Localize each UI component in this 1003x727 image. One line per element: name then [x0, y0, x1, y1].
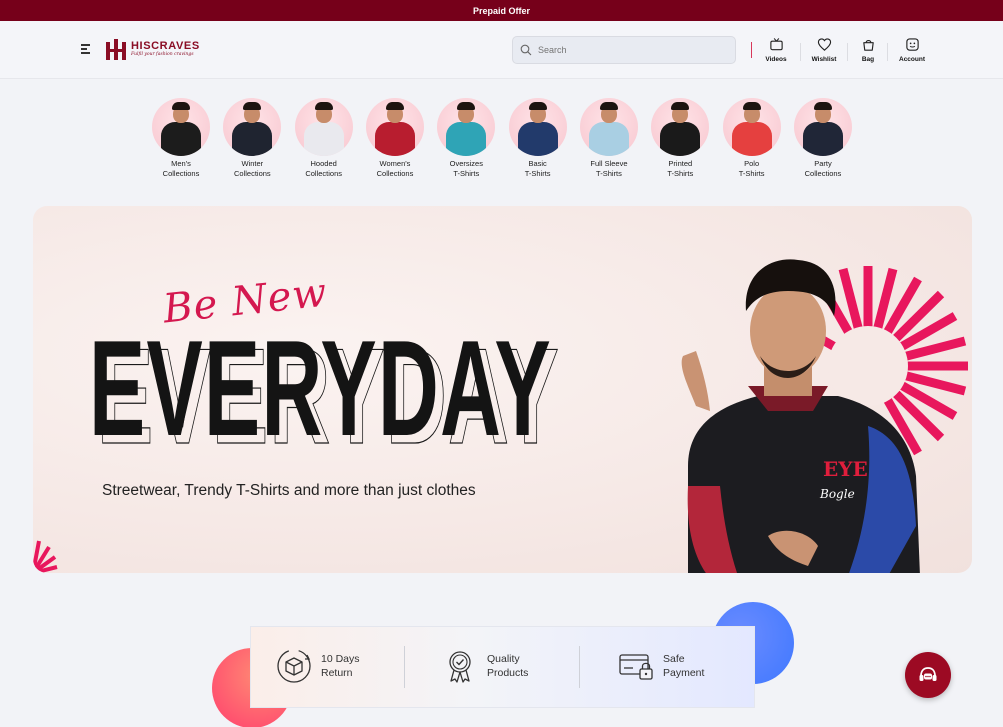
hamburger-menu-icon[interactable]: [81, 44, 91, 54]
category-polo-tshirts[interactable]: Polo T-Shirts: [717, 98, 787, 188]
brand-name: HISCRAVES: [131, 40, 200, 52]
category-strip: Men's Collections Winter Collections Hoode…: [146, 98, 858, 188]
feature-payment-line2: Payment: [663, 667, 705, 679]
category-label: Full Sleeve T-Shirts: [590, 159, 628, 178]
category-thumbnail: [579, 98, 638, 156]
nav-bag-label: Bag: [861, 56, 875, 63]
feature-payment-line1: Safe: [663, 653, 685, 665]
category-label: Women's Collections: [376, 159, 414, 178]
feature-payment: Safe Payment: [617, 647, 704, 685]
support-chat-button[interactable]: [905, 652, 951, 698]
prepaid-offer-text: Prepaid Offer: [472, 5, 530, 16]
return-box-icon: [277, 649, 311, 683]
category-label: Printed T-Shirts: [667, 159, 694, 178]
feature-return-line2: Return: [321, 667, 353, 679]
shirt-print-script-text: Bogle: [819, 487, 855, 501]
feature-separator: [404, 646, 405, 688]
nav-account[interactable]: Account: [892, 37, 932, 63]
nav-separator: [887, 43, 888, 61]
brand-tagline: Fulfil your fashion cravings: [131, 52, 194, 57]
feature-separator: [579, 646, 580, 688]
category-label: Hooded Collections: [305, 159, 342, 178]
category-mens-collections[interactable]: Men's Collections: [146, 98, 216, 188]
feature-quality: Quality Products: [441, 647, 528, 685]
corner-burst-decoration: [33, 540, 58, 573]
category-thumbnail: [152, 98, 210, 156]
banner-title: EVERYDAY: [89, 312, 552, 464]
quality-badge-icon: [449, 651, 471, 683]
category-full-sleeve-tshirts[interactable]: Full Sleeve T-Shirts: [574, 98, 644, 188]
category-label: Basic T-Shirts: [524, 159, 551, 178]
account-icon: [905, 38, 919, 51]
secure-card-icon: [619, 654, 653, 680]
category-label: Men's Collections: [162, 159, 200, 178]
category-label: Party Collections: [804, 159, 842, 178]
site-header: HISCRAVES Fulfil your fashion cravings V…: [0, 21, 1003, 79]
prepaid-offer-bar[interactable]: Prepaid Offer: [0, 0, 1003, 21]
category-printed-tshirts[interactable]: Printed T-Shirts: [645, 98, 715, 188]
feature-quality-line2: Products: [487, 667, 529, 679]
category-party-collections[interactable]: Party Collections: [788, 98, 858, 188]
headset-chat-icon: [919, 667, 937, 681]
nav-bag[interactable]: Bag: [848, 37, 888, 63]
category-hooded-collections[interactable]: Hooded Collections: [289, 98, 359, 188]
category-thumbnail: [651, 98, 710, 156]
brand-logo[interactable]: HISCRAVES Fulfil your fashion cravings: [105, 38, 200, 60]
tv-icon: [769, 38, 783, 51]
header-divider: [751, 42, 752, 58]
category-thumbnail: [223, 98, 282, 156]
feature-quality-line1: Quality: [487, 653, 520, 665]
category-thumbnail: [722, 98, 781, 156]
nav-wishlist[interactable]: Wishlist: [804, 37, 844, 63]
category-label: Winter Collections: [233, 159, 271, 178]
category-basic-tshirts[interactable]: Basic T-Shirts: [503, 98, 573, 188]
nav-separator: [800, 43, 801, 61]
heart-icon: [817, 38, 831, 51]
category-thumbnail: [793, 98, 852, 156]
nav-account-label: Account: [899, 56, 925, 63]
feature-return-line1: 10 Days: [321, 653, 360, 665]
hero-banner[interactable]: Be New EVERYDAY EVERYDAY Streetwear, Tre…: [33, 206, 972, 573]
category-womens-collections[interactable]: Women's Collections: [360, 98, 430, 188]
brand-logo-mark-icon: [105, 38, 127, 60]
category-thumbnail: [365, 98, 424, 156]
category-label: Oversizes T-Shirts: [449, 159, 483, 178]
search-input[interactable]: [538, 45, 718, 55]
category-thumbnail: [437, 98, 496, 156]
banner-model-image: EYE Bogle: [681, 259, 920, 573]
category-label: Polo T-Shirts: [738, 159, 765, 178]
category-winter-collections[interactable]: Winter Collections: [217, 98, 287, 188]
nav-videos[interactable]: Videos: [756, 37, 796, 63]
search-icon: [520, 44, 532, 56]
nav-wishlist-label: Wishlist: [811, 56, 837, 63]
category-thumbnail: [508, 98, 567, 156]
nav-videos-label: Videos: [765, 56, 787, 63]
feature-return: 10 Days Return: [275, 647, 360, 685]
features-strip: 10 Days Return Quality Products Safe Pay…: [250, 626, 755, 708]
bag-icon: [862, 39, 874, 51]
banner-subtitle: Streetwear, Trendy T-Shirts and more tha…: [102, 482, 476, 499]
search-box[interactable]: [512, 36, 736, 64]
category-oversized-tshirts[interactable]: Oversizes T-Shirts: [431, 98, 501, 188]
shirt-print-main-text: EYE: [823, 457, 868, 481]
category-thumbnail: [294, 98, 353, 156]
